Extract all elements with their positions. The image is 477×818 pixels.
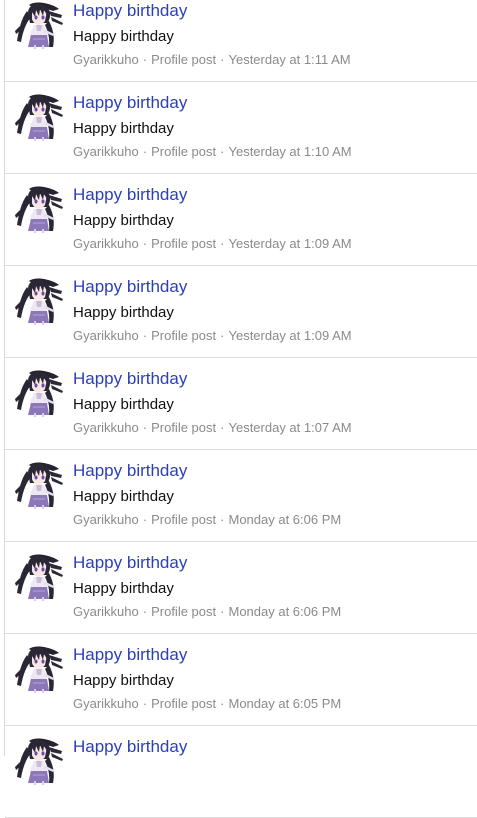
post-timestamp[interactable]: Yesterday at 1:11 AM	[228, 52, 350, 67]
meta-separator: ·	[220, 52, 225, 67]
post-timestamp[interactable]: Yesterday at 1:07 AM	[228, 420, 351, 435]
post-item: Happy birthday	[5, 726, 477, 818]
post-meta: Gyarikkuho · Profile post · Yesterday at 1:0…	[73, 236, 352, 251]
post-type: Profile post	[151, 236, 217, 251]
post-author-link[interactable]: Gyarikkuho	[73, 328, 139, 343]
avatar[interactable]	[15, 185, 63, 233]
post-author-link[interactable]: Gyarikkuho	[73, 696, 139, 711]
post-item: Happy birthday Happy birthday Gyarikkuho…	[5, 0, 477, 82]
anime-girl-avatar-icon	[15, 93, 63, 141]
post-title-link[interactable]: Happy birthday	[73, 369, 187, 389]
post-meta: Gyarikkuho · Profile post · Yesterday at 1:1…	[73, 52, 351, 67]
post-author-link[interactable]: Gyarikkuho	[73, 512, 139, 527]
avatar[interactable]	[15, 645, 63, 693]
meta-separator: ·	[142, 420, 148, 435]
post-type: Profile post	[151, 512, 217, 527]
anime-girl-avatar-icon	[15, 553, 63, 601]
meta-separator: ·	[220, 144, 225, 159]
post-body: Happy birthday	[73, 488, 174, 505]
post-body: Happy birthday	[73, 28, 174, 45]
post-type: Profile post	[151, 696, 217, 711]
post-body: Happy birthday	[73, 304, 174, 321]
avatar[interactable]	[15, 369, 63, 417]
avatar[interactable]	[15, 553, 63, 601]
post-timestamp[interactable]: Monday at 6:06 PM	[228, 512, 341, 527]
meta-separator: ·	[142, 236, 148, 251]
avatar[interactable]	[15, 461, 63, 509]
post-item: Happy birthday Happy birthday Gyarikkuho…	[5, 634, 477, 726]
post-meta: Gyarikkuho · Profile post · Yesterday at 1:1…	[73, 144, 352, 159]
search-results-feed: Happy birthday Happy birthday Gyarikkuho…	[5, 0, 477, 818]
post-title-link[interactable]: Happy birthday	[73, 185, 187, 205]
post-type: Profile post	[151, 52, 217, 67]
anime-girl-avatar-icon	[15, 277, 63, 325]
meta-separator: ·	[142, 144, 148, 159]
meta-separator: ·	[142, 52, 148, 67]
anime-girl-avatar-icon	[15, 737, 63, 785]
post-author-link[interactable]: Gyarikkuho	[73, 420, 139, 435]
post-timestamp[interactable]: Yesterday at 1:09 AM	[228, 236, 351, 251]
meta-separator: ·	[142, 696, 148, 711]
post-timestamp[interactable]: Monday at 6:06 PM	[228, 604, 341, 619]
post-title-link[interactable]: Happy birthday	[73, 277, 187, 297]
post-body: Happy birthday	[73, 120, 174, 137]
post-meta: Gyarikkuho · Profile post · Yesterday at 1:0…	[73, 328, 352, 343]
meta-separator: ·	[220, 604, 225, 619]
avatar[interactable]	[15, 277, 63, 325]
anime-girl-avatar-icon	[15, 185, 63, 233]
post-author-link[interactable]: Gyarikkuho	[73, 604, 139, 619]
post-author-link[interactable]: Gyarikkuho	[73, 144, 139, 159]
post-body: Happy birthday	[73, 672, 174, 689]
post-title-link[interactable]: Happy birthday	[73, 553, 187, 573]
post-title-link[interactable]: Happy birthday	[73, 737, 187, 757]
post-timestamp[interactable]: Monday at 6:05 PM	[228, 696, 341, 711]
post-body: Happy birthday	[73, 580, 174, 597]
post-timestamp[interactable]: Yesterday at 1:09 AM	[228, 328, 351, 343]
post-type: Profile post	[151, 420, 217, 435]
post-body: Happy birthday	[73, 212, 174, 229]
post-meta: Gyarikkuho · Profile post · Monday at 6:05 P…	[73, 696, 341, 711]
post-author-link[interactable]: Gyarikkuho	[73, 52, 139, 67]
post-title-link[interactable]: Happy birthday	[73, 461, 187, 481]
post-type: Profile post	[151, 144, 217, 159]
post-author-link[interactable]: Gyarikkuho	[73, 236, 139, 251]
meta-separator: ·	[220, 328, 225, 343]
post-meta: Gyarikkuho · Profile post · Monday at 6:06 P…	[73, 512, 341, 527]
meta-separator: ·	[220, 236, 225, 251]
post-type: Profile post	[151, 328, 217, 343]
post-item: Happy birthday Happy birthday Gyarikkuho…	[5, 82, 477, 174]
post-title-link[interactable]: Happy birthday	[73, 93, 187, 113]
post-item: Happy birthday Happy birthday Gyarikkuho…	[5, 358, 477, 450]
avatar[interactable]	[15, 1, 63, 49]
anime-girl-avatar-icon	[15, 1, 63, 49]
meta-separator: ·	[220, 512, 225, 527]
post-item: Happy birthday Happy birthday Gyarikkuho…	[5, 174, 477, 266]
meta-separator: ·	[142, 328, 148, 343]
post-type: Profile post	[151, 604, 217, 619]
meta-separator: ·	[142, 604, 148, 619]
meta-separator: ·	[142, 512, 148, 527]
post-body: Happy birthday	[73, 396, 174, 413]
post-item: Happy birthday Happy birthday Gyarikkuho…	[5, 542, 477, 634]
post-meta: Gyarikkuho · Profile post · Yesterday at 1:0…	[73, 420, 352, 435]
post-meta: Gyarikkuho · Profile post · Monday at 6:06 P…	[73, 604, 341, 619]
post-item: Happy birthday Happy birthday Gyarikkuho…	[5, 266, 477, 358]
anime-girl-avatar-icon	[15, 645, 63, 693]
anime-girl-avatar-icon	[15, 461, 63, 509]
avatar[interactable]	[15, 737, 63, 785]
avatar[interactable]	[15, 93, 63, 141]
post-title-link[interactable]: Happy birthday	[73, 645, 187, 665]
meta-separator: ·	[220, 420, 225, 435]
post-item: Happy birthday Happy birthday Gyarikkuho…	[5, 450, 477, 542]
anime-girl-avatar-icon	[15, 369, 63, 417]
post-timestamp[interactable]: Yesterday at 1:10 AM	[228, 144, 351, 159]
post-title-link[interactable]: Happy birthday	[73, 1, 187, 21]
meta-separator: ·	[220, 696, 225, 711]
